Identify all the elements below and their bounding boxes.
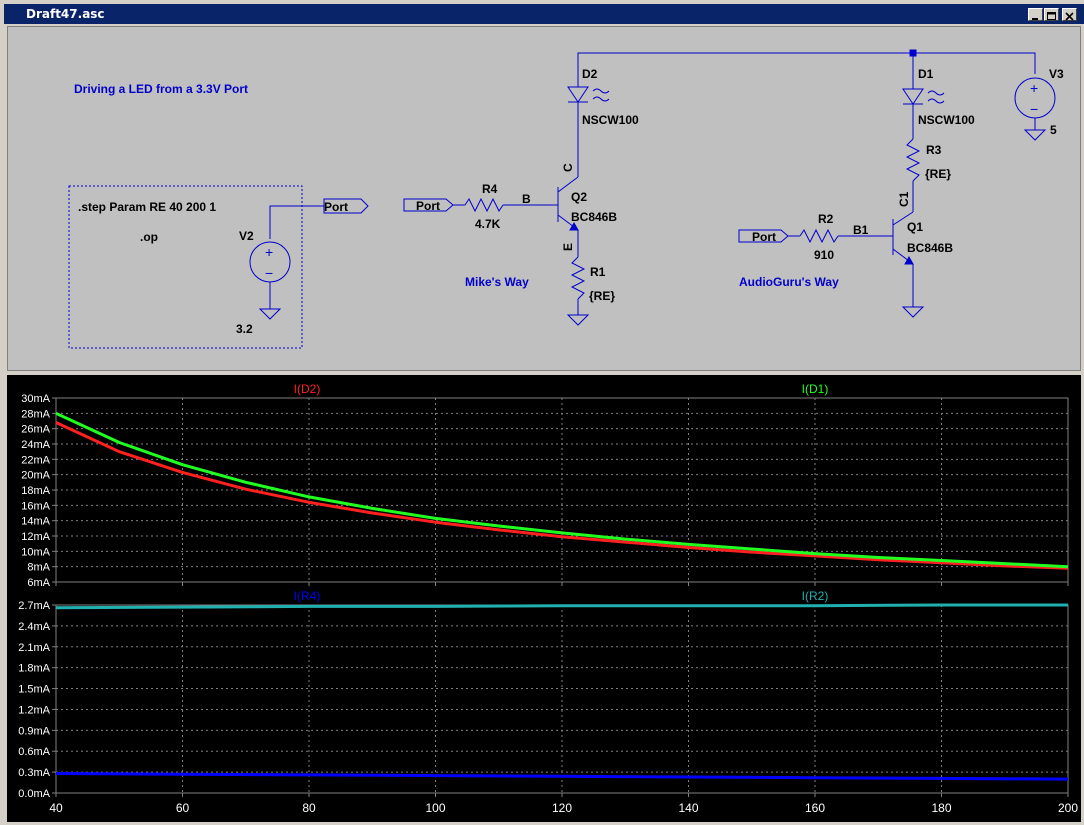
d2-name: D2 bbox=[582, 67, 598, 81]
trace-label-i-r4[interactable]: I(R4) bbox=[294, 589, 321, 603]
r2-value: 910 bbox=[814, 248, 834, 262]
y-tick-label: 28mA bbox=[21, 408, 50, 420]
trace-label-i-r2[interactable]: I(R2) bbox=[802, 589, 829, 603]
op-directive[interactable]: .op bbox=[140, 230, 158, 244]
y-tick-label: 1.2mA bbox=[18, 704, 50, 716]
close-icon bbox=[1065, 12, 1074, 21]
x-tick-label: 180 bbox=[931, 801, 951, 815]
y-tick-label: 2.1mA bbox=[18, 642, 50, 654]
step-directive[interactable]: .step Param RE 40 200 1 bbox=[78, 200, 216, 214]
q1-pin-c: C1 bbox=[897, 191, 911, 207]
supply-wire bbox=[577, 52, 1036, 74]
waveform-viewer[interactable]: 6mA 8mA 10mA 12mA 14mA 16mA 18mA 20mA 22mA 24mA 26… bbox=[7, 375, 1081, 822]
voltage-source-v2-symbol[interactable] bbox=[249, 205, 324, 320]
plot-frame bbox=[55, 604, 1069, 794]
x-tick-label: 80 bbox=[302, 801, 316, 815]
q2-name: Q2 bbox=[571, 190, 587, 204]
x-tick-label: 40 bbox=[49, 801, 63, 815]
x-tick-label: 200 bbox=[1058, 801, 1078, 815]
y-tick-label: 12mA bbox=[21, 531, 50, 543]
trace-i-r4[interactable] bbox=[55, 772, 1069, 781]
v2-name: V2 bbox=[239, 229, 254, 243]
close-button[interactable] bbox=[1062, 8, 1077, 21]
x-tick-label: 140 bbox=[678, 801, 698, 815]
minimize-icon bbox=[1032, 18, 1038, 20]
x-tick-label: 160 bbox=[805, 801, 825, 815]
q1-pin-b: B1 bbox=[853, 223, 869, 237]
r3-name: R3 bbox=[926, 143, 942, 157]
port-label-v2: Port bbox=[324, 200, 348, 214]
title-bar[interactable]: Draft47.asc bbox=[4, 4, 1084, 24]
minimize-button[interactable] bbox=[1028, 8, 1043, 21]
q1-name: Q1 bbox=[907, 220, 923, 234]
maximize-icon bbox=[1047, 12, 1056, 20]
y-tick-label: 8mA bbox=[27, 562, 50, 574]
d1-model: NSCW100 bbox=[918, 113, 975, 127]
x-tick-label: 120 bbox=[552, 801, 572, 815]
window-title: Draft47.asc bbox=[26, 7, 105, 21]
plus-icon: + bbox=[1030, 80, 1038, 96]
r1-name: R1 bbox=[590, 265, 606, 279]
port-label-q2: Port bbox=[416, 199, 440, 213]
y-tick-label: 24mA bbox=[21, 439, 50, 451]
q2-pin-e: E bbox=[561, 243, 575, 251]
plus-icon: + bbox=[265, 244, 273, 260]
v2-value: 3.2 bbox=[236, 322, 253, 336]
app-window: Draft47.asc + − + − Driving a LED from a… bbox=[0, 0, 1084, 825]
plot-pane-1[interactable]: 6mA 8mA 10mA 12mA 14mA 16mA 18mA 20mA 22mA 24mA 26… bbox=[21, 382, 1069, 589]
y-tick-label: 2.4mA bbox=[18, 621, 50, 633]
y-tick-label: 0.9mA bbox=[18, 725, 50, 737]
y-tick-label: 20mA bbox=[21, 470, 50, 482]
r1-value: {RE} bbox=[589, 289, 615, 303]
v3-value: 5 bbox=[1050, 123, 1057, 137]
maximize-button[interactable] bbox=[1044, 8, 1059, 21]
q1-model: BC846B bbox=[907, 241, 953, 255]
q2-model: BC846B bbox=[571, 210, 617, 224]
y-tick-label: 22mA bbox=[21, 454, 50, 466]
r3-value: {RE} bbox=[925, 167, 951, 181]
y-tick-label: 14mA bbox=[21, 516, 50, 528]
y-tick-label: 0.0mA bbox=[18, 788, 50, 800]
y-tick-label: 1.8mA bbox=[18, 663, 50, 675]
d1-name: D1 bbox=[918, 67, 934, 81]
x-tick-label: 60 bbox=[176, 801, 190, 815]
y-tick-label: 1.5mA bbox=[18, 684, 50, 696]
y-tick-label: 10mA bbox=[21, 546, 50, 558]
y-tick-label: 16mA bbox=[21, 500, 50, 512]
x-tick-label: 100 bbox=[425, 801, 445, 815]
y-tick-label: 26mA bbox=[21, 424, 50, 436]
waveform-plot[interactable]: 6mA 8mA 10mA 12mA 14mA 16mA 18mA 20mA 22mA 24mA 26… bbox=[7, 375, 1081, 822]
y-tick-label: 0.6mA bbox=[18, 746, 50, 758]
trace-label-i-d1[interactable]: I(D1) bbox=[802, 382, 829, 396]
plot-pane-2[interactable]: 40 60 80 100 120 140 160 180 200 0.0mA 0.3mA 0.6mA 0… bbox=[18, 589, 1078, 815]
port-label-q1: Port bbox=[752, 230, 776, 244]
r4-name: R4 bbox=[482, 182, 498, 196]
label-audioguru-way[interactable]: AudioGuru's Way bbox=[739, 275, 839, 289]
y-tick-label: 2.7mA bbox=[18, 600, 50, 612]
minus-icon: − bbox=[265, 265, 273, 281]
trace-label-i-d2[interactable]: I(D2) bbox=[294, 382, 321, 396]
y-tick-label: 6mA bbox=[27, 577, 50, 589]
junction-dot bbox=[909, 49, 917, 57]
minus-icon: − bbox=[1030, 101, 1038, 117]
resistor-r1-symbol[interactable] bbox=[566, 256, 590, 326]
label-mikes-way[interactable]: Mike's Way bbox=[465, 275, 529, 289]
q2-pin-c: C bbox=[561, 163, 575, 172]
r4-value: 4.7K bbox=[475, 217, 501, 231]
schematic-title[interactable]: Driving a LED from a 3.3V Port bbox=[74, 82, 248, 96]
schematic-editor[interactable]: + − + − Driving a LED from a 3.3V Port M… bbox=[7, 26, 1081, 371]
y-tick-label: 18mA bbox=[21, 485, 50, 497]
y-tick-label: 0.3mA bbox=[18, 767, 50, 779]
d2-model: NSCW100 bbox=[582, 113, 639, 127]
q2-pin-b: B bbox=[522, 192, 531, 206]
r2-name: R2 bbox=[818, 212, 834, 226]
y-tick-label: 30mA bbox=[21, 393, 50, 405]
v3-name: V3 bbox=[1049, 67, 1064, 81]
